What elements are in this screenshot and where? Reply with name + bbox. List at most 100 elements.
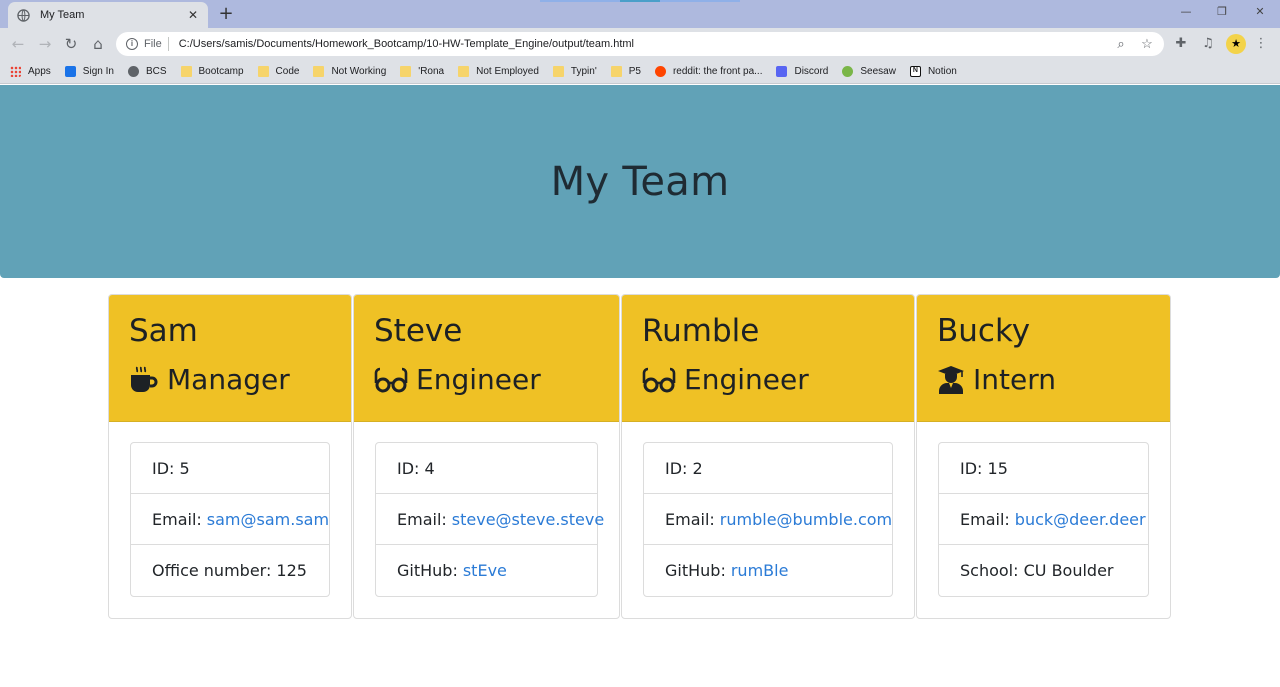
bookmark-item[interactable]: Apps — [10, 66, 51, 77]
employee-role: Intern — [937, 358, 1150, 402]
profile-avatar[interactable]: ★ — [1226, 34, 1246, 54]
bookmark-label: Not Working — [331, 66, 387, 77]
bookmark-item[interactable]: Sign In — [64, 66, 114, 77]
bookmark-label: Discord — [794, 66, 829, 77]
employee-name: Steve — [374, 313, 463, 349]
email-link[interactable]: sam@sam.sam — [207, 510, 329, 529]
bookmark-item[interactable]: P5 — [610, 66, 641, 77]
employee-card: Sam Manager ID: 5 Email: sam@sam.sam Offi… — [108, 294, 352, 619]
role-label: Engineer — [416, 363, 541, 396]
employee-email: Email: sam@sam.sam — [131, 494, 329, 545]
browser-tab-strip: My Team ✕ + — ❐ ✕ — [0, 0, 1280, 28]
browser-toolbar: ← → ↻ ⌂ i File C:/Users/samis/Documents/… — [0, 28, 1280, 60]
employee-details: ID: 5 Email: sam@sam.sam Office number: 1… — [130, 442, 330, 597]
card-header: Rumble Engineer — [622, 295, 914, 422]
bookmark-item[interactable]: Code — [257, 66, 299, 77]
employee-details: ID: 15 Email: buck@deer.deer School: CU B… — [938, 442, 1149, 597]
employee-role: Manager — [129, 358, 331, 402]
discord-icon — [776, 66, 788, 77]
card-body: ID: 2 Email: rumble@bumble.com GitHub: rum… — [622, 422, 914, 617]
globe-icon — [16, 8, 30, 22]
employee-id: ID: 4 — [376, 443, 597, 494]
reddit-icon — [654, 66, 666, 77]
employee-github: GitHub: stEve — [376, 545, 597, 596]
bookmark-item[interactable]: BCS — [127, 66, 167, 77]
bookmark-item[interactable]: Not Employed — [458, 66, 539, 77]
url-scheme: File — [144, 38, 162, 50]
tab-strip-accent-active — [620, 0, 660, 2]
role-label: Engineer — [684, 363, 809, 396]
seesaw-icon — [842, 66, 854, 77]
url-divider — [167, 37, 169, 51]
bookmark-star-icon[interactable]: ☆ — [1138, 36, 1156, 52]
office-number-text: Office number: 125 — [152, 561, 307, 580]
card-header: Steve Engineer — [354, 295, 619, 422]
team-cards: Sam Manager ID: 5 Email: sam@sam.sam Offi… — [108, 294, 1171, 619]
close-window-icon[interactable]: ✕ — [1250, 5, 1270, 18]
bookmark-item[interactable]: Discord — [776, 66, 828, 77]
glasses-icon — [642, 367, 676, 393]
email-label: Email: — [665, 509, 715, 529]
apps-icon — [10, 66, 21, 77]
media-control-icon[interactable]: ♫ — [1200, 36, 1216, 52]
reload-icon[interactable]: ↻ — [62, 35, 80, 53]
email-link[interactable]: steve@steve.steve — [452, 510, 604, 529]
menu-icon[interactable]: ⋮ — [1253, 36, 1269, 52]
site-info-icon[interactable]: i — [126, 38, 138, 50]
employee-school: School: CU Boulder — [939, 545, 1148, 596]
github-link[interactable]: rumBle — [731, 561, 789, 580]
folder-icon — [400, 66, 412, 77]
globe-icon — [127, 66, 139, 77]
card-header: Bucky Intern — [917, 295, 1170, 422]
tab-title: My Team — [40, 9, 85, 21]
glasses-icon — [374, 367, 408, 393]
notion-icon: N — [909, 66, 921, 77]
bookmark-item[interactable]: 'Rona — [400, 66, 444, 77]
bookmark-item[interactable]: Bootcamp — [180, 66, 244, 77]
employee-details: ID: 2 Email: rumble@bumble.com GitHub: rum… — [643, 442, 893, 597]
page-header: My Team — [0, 85, 1280, 278]
forward-icon[interactable]: → — [36, 35, 54, 53]
bookmark-item[interactable]: Not Working — [313, 66, 386, 77]
email-label: Email: — [397, 509, 447, 529]
bookmark-item[interactable]: N Notion — [909, 66, 957, 77]
id-text: ID: 15 — [960, 458, 1008, 478]
browser-tab[interactable]: My Team ✕ — [8, 2, 208, 28]
role-label: Manager — [167, 363, 290, 396]
new-tab-button[interactable]: + — [216, 4, 236, 24]
restore-icon[interactable]: ❐ — [1212, 5, 1232, 18]
bookmark-item[interactable]: Seesaw — [842, 66, 896, 77]
email-label: Email: — [152, 509, 202, 529]
bookmark-label: Sign In — [82, 66, 114, 77]
address-bar[interactable]: i File C:/Users/samis/Documents/Homework… — [116, 32, 1164, 56]
email-link[interactable]: buck@deer.deer — [1015, 510, 1146, 529]
home-icon[interactable]: ⌂ — [89, 35, 107, 53]
minimize-icon[interactable]: — — [1176, 5, 1196, 18]
extensions-icon[interactable]: ✚ — [1173, 36, 1189, 52]
bookmark-label: reddit: the front pa... — [672, 66, 763, 77]
github-link[interactable]: stEve — [463, 561, 507, 580]
email-link[interactable]: rumble@bumble.com — [720, 510, 892, 529]
card-body: ID: 15 Email: buck@deer.deer School: CU B… — [917, 422, 1170, 617]
page-title: My Team — [550, 158, 730, 205]
bookmark-item[interactable]: reddit: the front pa... — [654, 66, 763, 77]
card-body: ID: 5 Email: sam@sam.sam Office number: 1… — [109, 422, 351, 617]
url-text[interactable]: C:/Users/samis/Documents/Homework_Bootca… — [179, 38, 1112, 50]
folder-icon — [610, 66, 622, 77]
employee-role: Engineer — [374, 358, 599, 402]
bookmark-item[interactable]: Typin' — [552, 66, 597, 77]
employee-id: ID: 5 — [131, 443, 329, 494]
folder-icon — [458, 66, 470, 77]
id-text: ID: 4 — [397, 458, 435, 478]
bookmark-label: BCS — [145, 66, 167, 77]
employee-id: ID: 15 — [939, 443, 1148, 494]
zoom-icon[interactable]: ⌕ — [1112, 36, 1130, 52]
folder-icon — [552, 66, 564, 77]
close-tab-icon[interactable]: ✕ — [186, 8, 200, 22]
bookmark-label: Bootcamp — [198, 66, 244, 77]
bookmark-label: Seesaw — [860, 66, 896, 77]
bookmark-label: Typin' — [570, 66, 597, 77]
back-icon[interactable]: ← — [9, 35, 27, 53]
bookmark-label: 'Rona — [418, 66, 445, 77]
graduate-icon — [938, 366, 964, 394]
